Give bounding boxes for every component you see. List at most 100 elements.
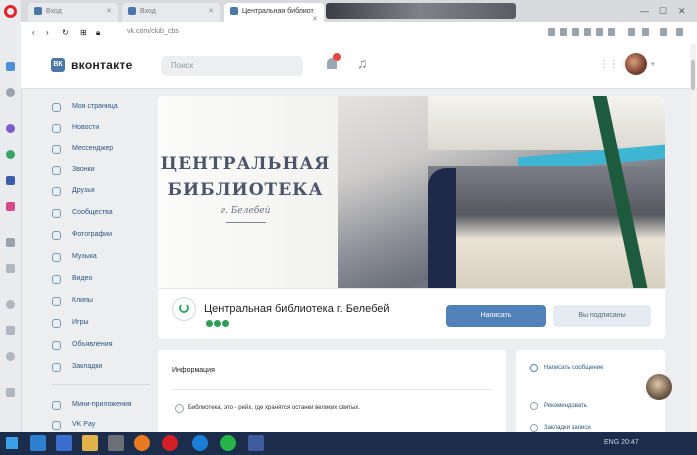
sidebar-settings-icon[interactable] <box>6 352 15 361</box>
sidebar-vk-icon[interactable] <box>6 176 15 185</box>
chevron-down-icon[interactable]: ▾ <box>651 60 655 68</box>
cover-title-line1: ЦЕНТРАЛЬНАЯ <box>160 154 331 174</box>
action-bookmark[interactable]: Закладки записи <box>544 425 591 431</box>
home-icon <box>52 103 61 112</box>
opera-logo-icon[interactable] <box>4 5 17 18</box>
scrollbar-thumb[interactable] <box>691 60 695 90</box>
sidebar-item-messenger[interactable]: Мессенджер <box>52 142 152 160</box>
info-card: Информация Библиотека, это - рейх, где х… <box>158 350 506 432</box>
forward-icon[interactable]: › <box>46 28 49 37</box>
sidebar-whatsapp-icon[interactable] <box>6 150 15 159</box>
taskbar-explorer-icon[interactable] <box>82 435 98 451</box>
tab-close-icon[interactable]: ✕ <box>106 7 112 15</box>
extension-icon[interactable] <box>608 28 615 36</box>
search-input[interactable]: Поиск <box>161 56 303 76</box>
sidebar-clock-icon[interactable] <box>6 300 15 309</box>
book-spine <box>428 168 456 288</box>
taskbar-opera-icon[interactable] <box>162 435 178 451</box>
message-icon <box>530 364 538 372</box>
taskbar-chrome-icon[interactable] <box>220 435 236 451</box>
sidebar-item-games[interactable]: Игры <box>52 316 152 334</box>
sidebar-play-icon[interactable] <box>6 264 15 273</box>
windows-start-icon[interactable] <box>6 437 18 449</box>
info-icon <box>175 404 184 413</box>
taskbar-search-icon[interactable] <box>30 435 46 451</box>
url-field[interactable]: vk.com/club_cbs <box>127 28 179 35</box>
scrollbar[interactable] <box>690 44 696 432</box>
cover-title-line2: БИБЛИОТЕКА <box>167 180 324 200</box>
extension-icon[interactable] <box>548 28 555 36</box>
sidebar-grid-icon[interactable] <box>6 238 15 247</box>
sidebar-instagram-icon[interactable] <box>6 202 15 211</box>
taskbar-edge-icon[interactable] <box>192 435 208 451</box>
chat-icon <box>52 145 61 154</box>
extension-icon[interactable] <box>642 28 649 36</box>
sidebar-item-calls[interactable]: Звонки <box>52 163 152 181</box>
group-name: Центральная библиотека г. Белебей <box>204 303 390 315</box>
reload-icon[interactable]: ↻ <box>62 28 69 37</box>
vk-brand[interactable]: вконтакте <box>71 58 133 72</box>
taskbar-word-icon[interactable] <box>248 435 264 451</box>
subscribed-button[interactable]: Вы подписаны <box>553 305 651 327</box>
sidebar-messenger-icon[interactable] <box>6 124 15 133</box>
sidebar-item-photos[interactable]: Фотографии <box>52 228 152 246</box>
friends-icon <box>52 187 61 196</box>
extension-icon[interactable] <box>584 28 591 36</box>
apps-icon <box>52 401 61 410</box>
action-message[interactable]: Написать сообщение <box>544 365 603 371</box>
tab-favicon-icon <box>128 7 136 15</box>
sidebar-divider <box>52 384 150 385</box>
system-tray-clock[interactable]: ENG 20:47 <box>604 439 639 446</box>
tab-2[interactable]: Вход ✕ <box>122 3 220 22</box>
sidebar-item-ads[interactable]: Объявления <box>52 338 152 356</box>
sidebar-item-clips[interactable]: Клипы <box>52 294 152 312</box>
sidebar-speed-dial-icon[interactable] <box>6 62 15 71</box>
download-icon[interactable] <box>660 28 667 36</box>
admin-avatar[interactable] <box>646 374 672 400</box>
sidebar-heart-icon[interactable] <box>6 388 15 397</box>
cover-divider <box>225 222 266 223</box>
tab-favicon-icon <box>230 7 238 15</box>
extension-icon[interactable] <box>560 28 567 36</box>
tab-close-icon[interactable]: ✕ <box>312 15 318 22</box>
bookmark-icon <box>52 363 61 372</box>
lock-icon: 🔒︎ <box>96 28 101 37</box>
sidebar-item-my-page[interactable]: Моя страница <box>52 100 152 118</box>
profile-avatar[interactable] <box>625 53 647 75</box>
pay-icon <box>52 421 61 430</box>
taskbar-firefox-icon[interactable] <box>134 435 150 451</box>
action-recommend[interactable]: Рекомендовать <box>544 403 587 409</box>
music-icon[interactable]: ♫ <box>357 55 368 71</box>
notification-badge <box>333 53 341 61</box>
close-window-icon[interactable]: ✕ <box>678 6 686 17</box>
tab-active[interactable]: Центральная библиот ✕ <box>224 3 324 22</box>
badge-dot <box>206 320 213 327</box>
tab-close-icon[interactable]: ✕ <box>208 7 214 15</box>
extension-icon[interactable] <box>596 28 603 36</box>
info-text: Библиотека, это - рейх, где хранятся ост… <box>188 405 361 411</box>
sidebar-item-friends[interactable]: Друзья <box>52 184 152 202</box>
sidebar-item-news[interactable]: Новости <box>52 121 152 139</box>
taskbar-app-icon[interactable] <box>108 435 124 451</box>
back-icon[interactable]: ‹ <box>32 28 35 37</box>
sidebar-box-icon[interactable] <box>6 326 15 335</box>
menu-icon[interactable] <box>676 28 683 36</box>
extension-icon[interactable] <box>572 28 579 36</box>
sidebar-item-mini-apps[interactable]: Мини-приложения <box>52 398 152 416</box>
tab-1[interactable]: Вход ✕ <box>28 3 118 22</box>
minimize-icon[interactable]: — <box>640 6 649 16</box>
extension-icon[interactable] <box>628 28 635 36</box>
sidebar-item-groups[interactable]: Сообщества <box>52 206 152 224</box>
group-avatar[interactable] <box>172 297 196 321</box>
actions-card: Написать сообщение Рекомендовать Закладк… <box>516 350 672 432</box>
sidebar-item-video[interactable]: Видео <box>52 272 152 290</box>
message-button[interactable]: Написать <box>446 305 546 327</box>
video-icon <box>52 275 61 284</box>
maximize-icon[interactable]: ☐ <box>659 6 667 17</box>
speed-dial-icon[interactable]: ⊞ <box>80 28 87 37</box>
sidebar-item-music[interactable]: Музыка <box>52 250 152 268</box>
sidebar-item-bookmarks[interactable]: Закладки <box>52 360 152 378</box>
taskbar-taskview-icon[interactable] <box>56 435 72 451</box>
sidebar-history-icon[interactable] <box>6 88 15 97</box>
vk-logo-icon[interactable]: ВК <box>51 58 65 72</box>
